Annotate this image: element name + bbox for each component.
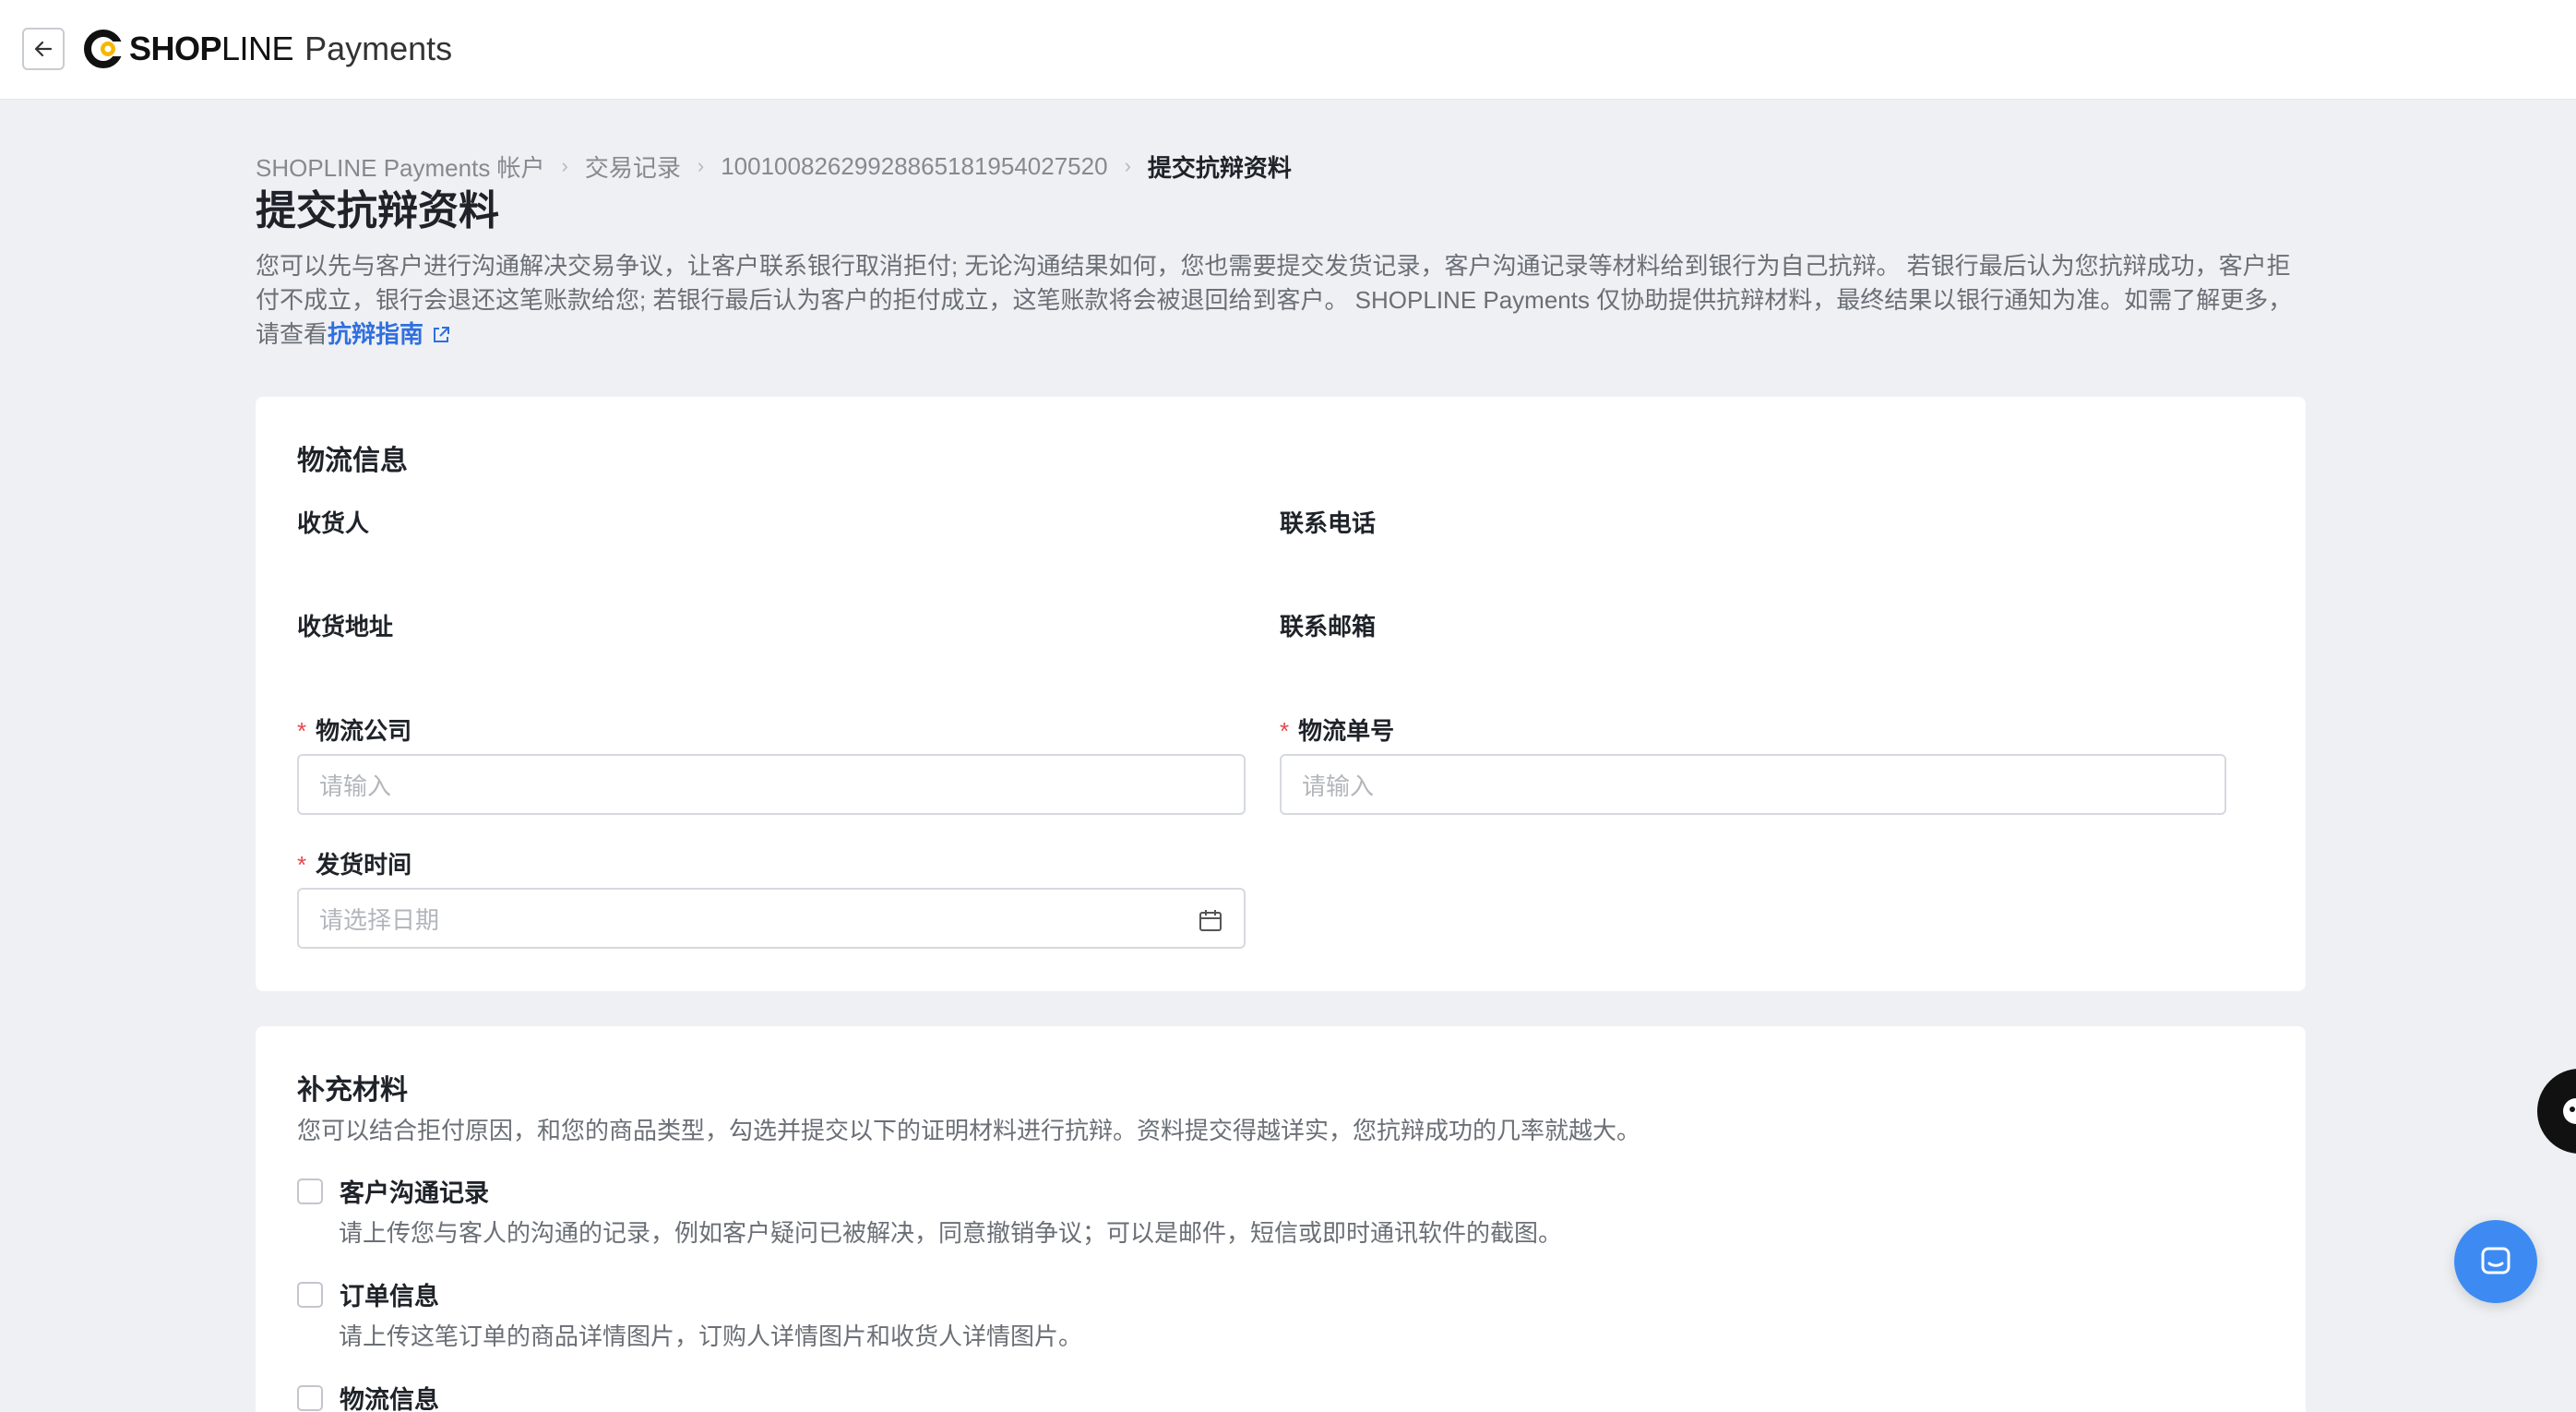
breadcrumb-item-transaction-id[interactable]: 1001008262992886518195402752​0	[721, 152, 1107, 181]
chat-icon	[2481, 1247, 2510, 1274]
arrow-left-icon	[34, 41, 53, 57]
ship-date-label-text: 发货时间	[316, 851, 412, 879]
check-desc: 请上传您与客人的沟通的记录，例如客户疑问已被解决，同意撤销争议；可以是邮件，短信…	[339, 1219, 1563, 1247]
check-item-logistics-info[interactable]: 物流信息	[297, 1380, 439, 1412]
checkbox[interactable]	[297, 1178, 323, 1204]
tracking-number-placeholder: 请输入	[1302, 772, 1375, 800]
dispute-guide-link[interactable]: 抗辩指南	[328, 320, 423, 348]
check-item-communication[interactable]: 客户沟通记录	[297, 1173, 489, 1209]
phone-label: 联系电话	[1280, 509, 1377, 537]
logistics-title: 物流信息	[297, 446, 408, 476]
logistics-company-placeholder: 请输入	[319, 772, 392, 800]
chevron-right-icon: ›	[1124, 154, 1131, 177]
ship-date-picker[interactable]: 请选择日期	[297, 888, 1246, 949]
intro-text: 您可以先与客户进行沟通解决交易争议，让客户联系银行取消拒付; 无论沟通结果如何，…	[256, 249, 2304, 352]
check-label: 订单信息	[340, 1283, 439, 1310]
check-item-order-info[interactable]: 订单信息	[297, 1276, 439, 1312]
chevron-right-icon: ›	[697, 154, 705, 177]
checkbox[interactable]	[297, 1281, 323, 1308]
checkbox[interactable]	[297, 1384, 323, 1411]
logistics-card: 物流信息 收货人 联系电话 收货地址 联系邮箱 * 物流公司 * 物流单号 请输入 …	[256, 397, 2306, 991]
logistics-company-label-text: 物流公司	[316, 717, 412, 745]
check-label: 物流信息	[340, 1386, 439, 1412]
required-mark: *	[297, 851, 307, 879]
ship-date-placeholder: 请选择日期	[319, 905, 440, 934]
logistics-company-label: * 物流公司	[297, 712, 411, 747]
logo-text-payments: Payments	[304, 30, 453, 67]
shopline-logo-icon	[84, 30, 124, 68]
calendar-icon[interactable]	[1198, 907, 1223, 933]
chevron-right-icon: ›	[561, 154, 568, 177]
breadcrumb-item-transactions[interactable]: 交易记录	[585, 150, 681, 184]
tracking-number-label: * 物流单号	[1280, 712, 1394, 747]
supplement-title: 补充材料	[297, 1075, 408, 1106]
supplement-description: 您可以结合拒付原因，和您的商品类型，勾选并提交以下的证明材料进行抗辩。资料提交得…	[297, 1117, 1641, 1144]
assistant-avatar-icon	[2563, 1098, 2576, 1124]
tracking-number-input[interactable]: 请输入	[1280, 754, 2226, 815]
tracking-number-label-text: 物流单号	[1298, 717, 1395, 745]
required-mark: *	[297, 717, 307, 745]
required-mark: *	[1280, 717, 1290, 745]
recipient-label: 收货人	[297, 509, 370, 537]
breadcrumb-item-account[interactable]: SHOPLINE Payments 帐户	[256, 150, 545, 184]
breadcrumb-item-current: 提交抗辩资料	[1147, 153, 1292, 182]
logo-text-line: LINE	[221, 30, 294, 67]
back-button[interactable]	[22, 28, 65, 70]
check-desc: 请上传这笔订单的商品详情图片，订购人详情图片和收货人详情图片。	[339, 1322, 1083, 1350]
intro-body: 您可以先与客户进行沟通解决交易争议，让客户联系银行取消拒付; 无论沟通结果如何，…	[256, 252, 2293, 348]
supplement-card: 补充材料 您可以结合拒付原因，和您的商品类型，勾选并提交以下的证明材料进行抗辩。…	[256, 1026, 2306, 1412]
email-label: 联系邮箱	[1280, 613, 1377, 640]
logistics-company-input[interactable]: 请输入	[297, 754, 1246, 815]
chat-button[interactable]	[2454, 1220, 2537, 1303]
side-assistant-badge[interactable]	[2537, 1069, 2576, 1154]
external-link-icon[interactable]	[431, 325, 451, 345]
check-label: 客户沟通记录	[340, 1179, 489, 1207]
logo-text-shop: SHOP	[129, 30, 222, 67]
shopline-logo[interactable]: SHOP LINE Payments	[83, 26, 452, 72]
address-label: 收货地址	[297, 613, 394, 640]
ship-date-label: * 发货时间	[297, 846, 411, 880]
top-bar: SHOP LINE Payments	[0, 0, 2576, 100]
page-title: 提交抗辩资料	[256, 188, 499, 233]
breadcrumb: SHOPLINE Payments 帐户 › 交易记录 › 1001008262…	[256, 150, 1292, 184]
